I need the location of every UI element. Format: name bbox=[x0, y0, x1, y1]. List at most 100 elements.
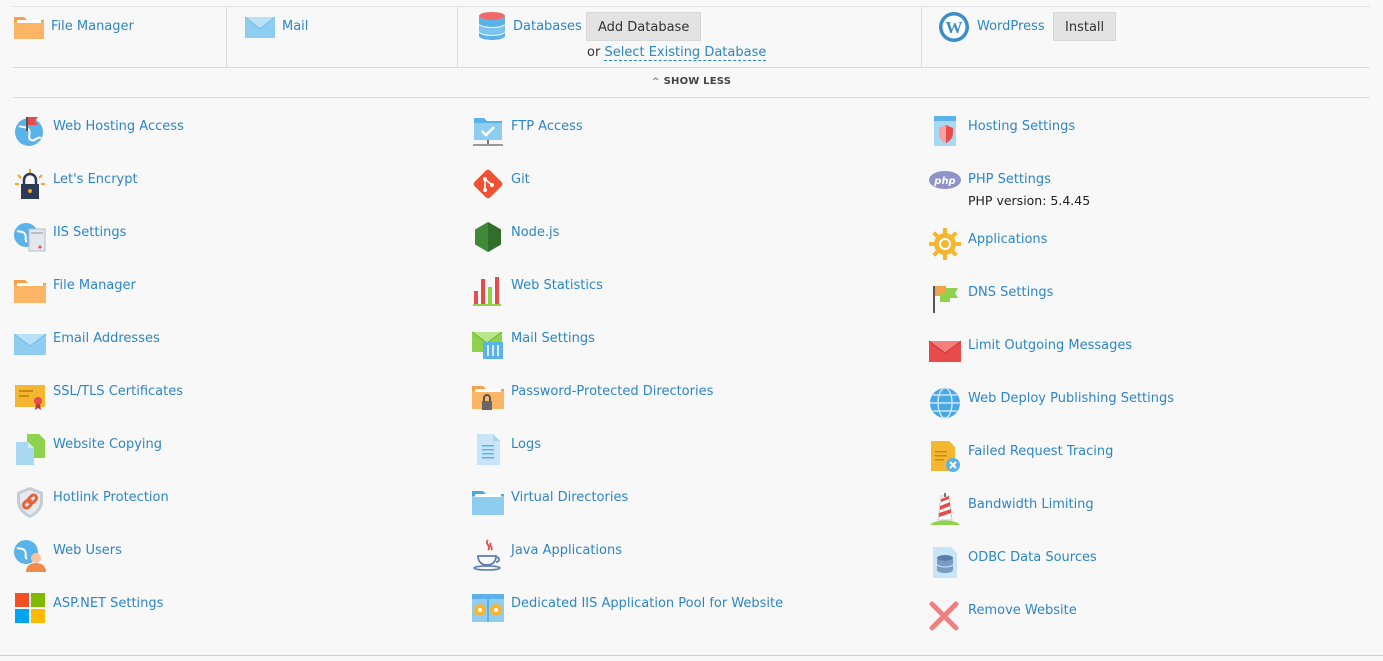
quick-mail[interactable]: Mail bbox=[227, 7, 458, 67]
tool-item[interactable]: DNS Settings bbox=[928, 276, 1368, 329]
tool-label[interactable]: DNS Settings bbox=[968, 285, 1053, 300]
app-pool-icon bbox=[472, 594, 504, 622]
tool-label[interactable]: SSL/TLS Certificates bbox=[53, 384, 183, 399]
tool-item[interactable]: Logs bbox=[471, 428, 911, 481]
tool-label[interactable]: Applications bbox=[968, 232, 1047, 247]
ftp-folder-icon bbox=[473, 118, 503, 146]
tool-item[interactable]: php PHP Settings PHP version: 5.4.45 bbox=[928, 163, 1368, 223]
tool-label[interactable]: Git bbox=[511, 172, 530, 187]
tool-item[interactable]: Hosting Settings bbox=[928, 110, 1368, 163]
tools-column-3: Hosting Settings php PHP Settings PHP ve… bbox=[928, 110, 1368, 647]
tool-item[interactable]: File Manager bbox=[13, 269, 453, 322]
tool-label[interactable]: Node.js bbox=[511, 225, 559, 240]
install-button[interactable]: Install bbox=[1053, 12, 1117, 41]
or-text: or bbox=[587, 45, 601, 60]
tool-item[interactable]: Web Deploy Publishing Settings bbox=[928, 382, 1368, 435]
tool-item[interactable]: Mail Settings bbox=[471, 322, 911, 375]
tool-item[interactable]: IIS Settings bbox=[13, 216, 453, 276]
tool-label[interactable]: Mail Settings bbox=[511, 331, 595, 346]
quick-wordpress-link[interactable]: WordPress bbox=[977, 19, 1045, 34]
tool-item[interactable]: Let's Encrypt bbox=[13, 163, 453, 216]
folder-icon bbox=[14, 280, 46, 303]
tool-item[interactable]: Dedicated IIS Application Pool for Websi… bbox=[471, 587, 911, 640]
tool-label[interactable]: Remove Website bbox=[968, 603, 1077, 618]
quick-databases: Databases Add Database or Select Existin… bbox=[458, 7, 922, 67]
tool-label[interactable]: ASP.NET Settings bbox=[53, 596, 163, 611]
show-less-toggle[interactable]: ^ SHOW LESS bbox=[13, 66, 1370, 98]
quick-file-manager-link[interactable]: File Manager bbox=[51, 19, 134, 34]
tool-item[interactable]: Hotlink Protection bbox=[13, 481, 453, 534]
folder-icon bbox=[14, 17, 44, 39]
tool-label[interactable]: Hotlink Protection bbox=[53, 490, 169, 505]
bar-chart-icon bbox=[473, 277, 501, 306]
tool-item[interactable]: Limit Outgoing Messages bbox=[928, 329, 1368, 382]
quick-file-manager[interactable]: File Manager bbox=[13, 7, 227, 67]
svg-text:W: W bbox=[946, 18, 963, 37]
dns-flags-icon bbox=[933, 286, 958, 313]
tools-column-1: Web Hosting Access Let's Encrypt IIS Set… bbox=[13, 110, 453, 640]
quick-wordpress: W WordPress Install bbox=[922, 7, 1370, 67]
tool-label[interactable]: Web Hosting Access bbox=[53, 119, 184, 134]
copy-pages-icon bbox=[16, 434, 45, 465]
tools-column-2: FTP Access Git Node.js Web Statistics Ma… bbox=[471, 110, 911, 640]
select-existing-line: or Select Existing Database bbox=[587, 45, 767, 61]
tool-item[interactable]: Bandwidth Limiting bbox=[928, 488, 1368, 541]
tool-label[interactable]: Web Statistics bbox=[511, 278, 603, 293]
envelope-icon bbox=[244, 16, 276, 38]
tool-label[interactable]: Bandwidth Limiting bbox=[968, 497, 1094, 512]
tool-label[interactable]: Dedicated IIS Application Pool for Websi… bbox=[511, 596, 783, 611]
tool-item[interactable]: Website Copying bbox=[13, 428, 453, 481]
certificate-icon bbox=[15, 385, 45, 410]
tool-item[interactable]: Remove Website bbox=[928, 594, 1368, 647]
tool-item[interactable]: Applications bbox=[928, 223, 1368, 276]
tool-item[interactable]: SSL/TLS Certificates bbox=[13, 375, 453, 428]
globe-user-icon bbox=[14, 540, 46, 572]
tool-label[interactable]: ODBC Data Sources bbox=[968, 550, 1097, 565]
gear-icon bbox=[929, 228, 961, 260]
tool-label[interactable]: FTP Access bbox=[511, 119, 583, 134]
tool-item[interactable]: Virtual Directories bbox=[471, 481, 911, 534]
tool-label[interactable]: Password-Protected Directories bbox=[511, 384, 713, 399]
bottom-divider bbox=[0, 655, 1383, 656]
tool-item[interactable]: Web Statistics bbox=[471, 269, 911, 322]
tool-label[interactable]: Hosting Settings bbox=[968, 119, 1075, 134]
tool-label[interactable]: Logs bbox=[511, 437, 541, 452]
mail-sliders-icon bbox=[471, 331, 503, 359]
add-database-button[interactable]: Add Database bbox=[586, 12, 702, 41]
show-less-label: SHOW LESS bbox=[663, 76, 732, 87]
tool-label[interactable]: Email Addresses bbox=[53, 331, 160, 346]
quick-databases-link[interactable]: Databases bbox=[513, 19, 582, 34]
tool-item[interactable]: ASP.NET Settings bbox=[13, 587, 453, 640]
quick-mail-link[interactable]: Mail bbox=[282, 19, 308, 34]
tool-item[interactable]: Failed Request Tracing bbox=[928, 435, 1368, 488]
tool-label[interactable]: Web Users bbox=[53, 543, 122, 558]
tool-label[interactable]: Java Applications bbox=[511, 543, 622, 558]
tool-label[interactable]: Web Deploy Publishing Settings bbox=[968, 391, 1174, 406]
tool-label[interactable]: File Manager bbox=[53, 278, 136, 293]
tool-item[interactable]: Password-Protected Directories bbox=[471, 375, 911, 428]
red-envelope-icon bbox=[928, 340, 962, 362]
wordpress-icon: W bbox=[939, 12, 969, 42]
tool-item[interactable]: Web Hosting Access bbox=[13, 110, 453, 163]
tool-item[interactable]: FTP Access bbox=[471, 110, 911, 163]
tool-item[interactable]: ODBC Data Sources bbox=[928, 541, 1368, 594]
git-icon bbox=[473, 169, 503, 199]
tool-label[interactable]: Limit Outgoing Messages bbox=[968, 338, 1132, 353]
tool-label[interactable]: Let's Encrypt bbox=[53, 172, 138, 187]
tool-label[interactable]: PHP Settings bbox=[968, 172, 1051, 187]
tool-item[interactable]: Node.js bbox=[471, 216, 911, 276]
php-version-text: PHP version: 5.4.45 bbox=[968, 193, 1091, 208]
tool-item[interactable]: Git bbox=[471, 163, 911, 216]
tool-item[interactable]: Web Users bbox=[13, 534, 453, 587]
tool-label[interactable]: Virtual Directories bbox=[511, 490, 628, 505]
padlock-icon bbox=[15, 169, 45, 199]
tool-item[interactable]: Email Addresses bbox=[13, 322, 453, 375]
select-existing-database-link[interactable]: Select Existing Database bbox=[604, 45, 767, 61]
tool-label[interactable]: IIS Settings bbox=[53, 225, 126, 240]
document-shield-icon bbox=[934, 116, 956, 146]
java-cup-icon bbox=[473, 539, 501, 571]
tool-label[interactable]: Failed Request Tracing bbox=[968, 444, 1113, 459]
tool-label[interactable]: Website Copying bbox=[53, 437, 162, 452]
tool-item[interactable]: Java Applications bbox=[471, 534, 911, 587]
envelope-icon bbox=[13, 333, 47, 355]
